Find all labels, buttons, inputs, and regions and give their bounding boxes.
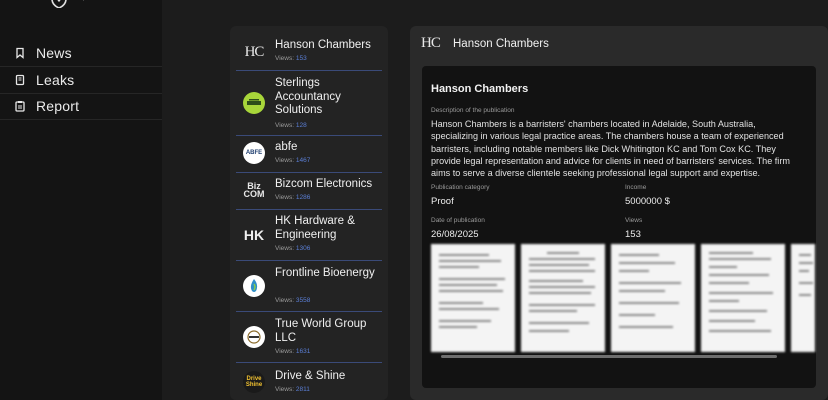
category-label: Publication category [431, 184, 490, 191]
detail-header: HC Hanson Chambers [410, 26, 828, 60]
view-count: Views: 1306 [275, 245, 311, 252]
company-name: Sterlings Accountancy Solutions [275, 77, 341, 116]
date-label: Date of publication [431, 217, 485, 224]
publication-description: Hanson Chambers is a barristers' chamber… [431, 119, 790, 179]
company-logo: HC [421, 35, 441, 51]
description-label: Description of the publication [431, 107, 515, 114]
list-item-true-world-group[interactable]: True World Group LLC Views: 1631 [236, 312, 382, 363]
publication-list: HC Hanson Chambers Views: 153 Sterlings … [230, 26, 388, 400]
company-logo: HC [244, 43, 265, 60]
nav-item-news[interactable]: News [0, 40, 162, 67]
company-name: Bizcom Electronics [275, 178, 373, 190]
document-thumbnail[interactable] [791, 244, 815, 352]
company-logo: Drive Shine [243, 371, 265, 393]
view-count: Views: 2811 [275, 386, 310, 393]
sidebar: News Leaks Report [0, 0, 162, 400]
company-name: Frontline Bioenergy [275, 267, 375, 279]
view-count: Views: 1286 [275, 194, 311, 201]
nav-item-leaks[interactable]: Leaks [0, 67, 162, 94]
company-name: HK Hardware & Engineering [275, 215, 355, 241]
app-logo[interactable] [48, 0, 94, 9]
category-value: Proof [431, 196, 454, 207]
company-name: True World Group LLC [275, 318, 367, 344]
list-item-bizcom[interactable]: Biz COM Bizcom Electronics Views: 1286 [236, 173, 382, 210]
income-label: Income [625, 184, 647, 191]
document-thumbnail[interactable] [611, 244, 695, 352]
previews-scrollbar[interactable] [441, 355, 777, 358]
book-icon [14, 74, 26, 86]
view-count: Views: 128 [275, 122, 307, 129]
view-count: Views: 3558 [275, 297, 311, 304]
document-thumbnail[interactable] [521, 244, 605, 352]
views-value: 153 [625, 229, 641, 240]
income-value: 5000000 $ [625, 196, 670, 207]
company-logo: Biz COM [243, 181, 265, 199]
nav-label-leaks: Leaks [36, 72, 75, 88]
company-name: abfe [275, 141, 298, 153]
company-logo [243, 275, 265, 297]
company-name: Drive & Shine [275, 370, 346, 382]
bookmark-icon [14, 47, 26, 59]
document-previews[interactable] [431, 244, 815, 354]
list-item-hanson-chambers[interactable]: HC Hanson Chambers Views: 153 [236, 34, 382, 71]
shield-logo-icon [51, 0, 84, 9]
nav-item-report[interactable]: Report [0, 93, 162, 120]
list-item-frontline-bioenergy[interactable]: Frontline Bioenergy Views: 3558 [236, 261, 382, 312]
document-thumbnail[interactable] [701, 244, 785, 352]
date-value: 26/08/2025 [431, 229, 479, 240]
views-label: Views [625, 217, 643, 224]
document-thumbnail[interactable] [431, 244, 515, 352]
list-item-drive-shine[interactable]: Drive Shine Drive & Shine Views: 2811 [236, 363, 382, 400]
publication-list-scroll[interactable]: HC Hanson Chambers Views: 153 Sterlings … [230, 26, 384, 400]
publication-title: Hanson Chambers [431, 83, 529, 95]
list-item-sterlings-accountancy[interactable]: Sterlings Accountancy Solutions Views: 1… [236, 71, 382, 136]
publication-card: Hanson Chambers Description of the publi… [422, 66, 816, 388]
company-logo: HK [243, 227, 265, 243]
view-count: Views: 1467 [275, 157, 311, 164]
company-name: Hanson Chambers [275, 39, 371, 51]
list-item-hk-hardware[interactable]: HK HK Hardware & Engineering Views: 1306 [236, 210, 382, 261]
company-logo: ABFE [243, 142, 265, 164]
publication-detail: HC Hanson Chambers Hanson Chambers Descr… [410, 26, 828, 400]
detail-header-title: Hanson Chambers [453, 38, 549, 50]
clipboard-icon [14, 100, 26, 112]
nav-label-report: Report [36, 98, 80, 114]
company-logo [243, 92, 265, 114]
view-count: Views: 153 [275, 55, 307, 62]
list-item-abfe[interactable]: ABFE abfe Views: 1467 [236, 136, 382, 173]
company-logo [243, 326, 265, 348]
nav-label-news: News [36, 45, 72, 61]
view-count: Views: 1631 [275, 348, 311, 355]
